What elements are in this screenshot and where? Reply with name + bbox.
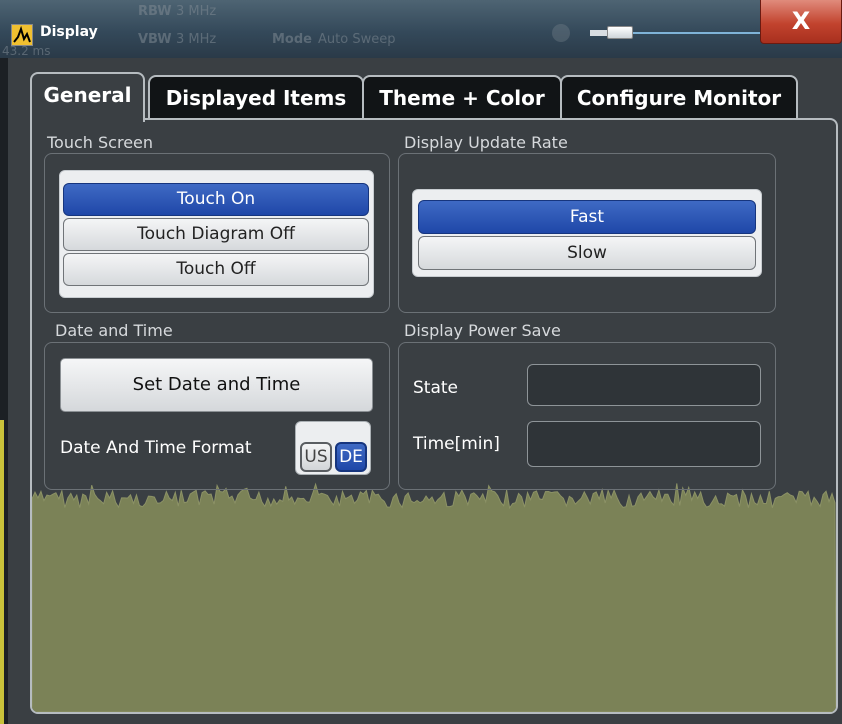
mode-value: Auto Sweep — [318, 32, 396, 47]
date-format-de-button[interactable]: DE — [335, 442, 367, 472]
transparency-slider-fill — [590, 30, 608, 36]
display-update-rate-title: Display Update Rate — [404, 133, 568, 152]
set-date-and-time-button[interactable]: Set Date and Time — [60, 358, 373, 412]
spectrum-trace-background — [32, 482, 836, 712]
rbw-value: 3 MHz — [176, 4, 217, 19]
date-time-format-label: Date And Time Format — [60, 438, 252, 458]
rbw-label: RBW — [138, 4, 172, 19]
touch-on-button[interactable]: Touch On — [63, 183, 369, 216]
mode-label: Mode — [272, 32, 312, 47]
state-field[interactable] — [527, 364, 761, 406]
touch-off-button[interactable]: Touch Off — [63, 253, 369, 286]
background-indicator — [552, 24, 570, 42]
touch-screen-title: Touch Screen — [47, 133, 154, 152]
tab-configure-monitor[interactable]: Configure Monitor — [560, 75, 798, 119]
touch-diagram-off-button[interactable]: Touch Diagram Off — [63, 218, 369, 251]
sweep-time-fragment: 43.2 ms — [2, 44, 51, 58]
transparency-slider-knob[interactable] — [607, 26, 633, 39]
vbw-label: VBW — [138, 32, 172, 47]
close-button[interactable]: X — [760, 0, 842, 44]
vbw-value: 3 MHz — [176, 32, 217, 47]
time-min-label: Time[min] — [413, 434, 500, 454]
tab-general[interactable]: General — [30, 72, 145, 122]
display-power-save-title: Display Power Save — [404, 321, 561, 340]
display-app-icon — [11, 24, 33, 46]
slow-button[interactable]: Slow — [418, 236, 756, 270]
date-format-us-button[interactable]: US — [300, 442, 332, 472]
fast-button[interactable]: Fast — [418, 200, 756, 234]
title-bar: Display RBW 3 MHz VBW 3 MHz Mode Auto Sw… — [0, 0, 842, 59]
trace-marker-edge — [0, 420, 4, 724]
window-title: Display — [40, 24, 98, 40]
date-and-time-title: Date and Time — [55, 321, 173, 340]
tab-displayed-items[interactable]: Displayed Items — [148, 75, 364, 119]
time-min-field[interactable] — [527, 421, 761, 467]
tab-theme-color[interactable]: Theme + Color — [362, 75, 562, 119]
state-label: State — [413, 378, 458, 398]
